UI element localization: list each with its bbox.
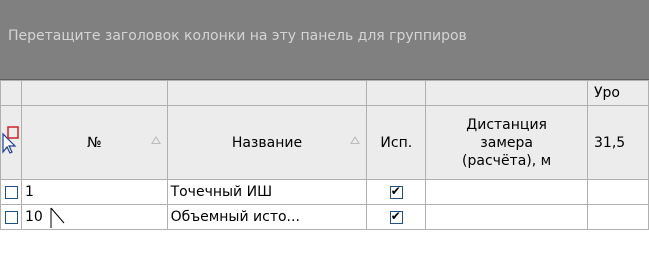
column-header-distance-label: Дистанция замера (расчёта), м <box>462 116 551 170</box>
distance-label-line2: замера <box>480 134 533 151</box>
band-level-header[interactable]: Уро <box>587 80 649 106</box>
sort-ascending-icon <box>350 136 361 144</box>
distance-label-line3: (расчёта), м <box>462 152 552 169</box>
column-header-distance[interactable]: Дистанция замера (расчёта), м <box>425 105 589 180</box>
table-row[interactable]: 1 Точечный ИШ <box>0 179 649 205</box>
cell-number-value: 10 <box>24 209 43 225</box>
column-header-number[interactable]: № <box>20 105 168 180</box>
row-select-checkbox[interactable] <box>5 185 19 199</box>
row-select-cell[interactable] <box>0 204 22 230</box>
data-grid: Уро № Название Исп. Дистанция замера (ра… <box>0 80 649 230</box>
cell-distance[interactable] <box>425 204 589 230</box>
column-header-name[interactable]: Название <box>166 105 368 180</box>
column-header-freq-label: 31,5 <box>594 134 626 151</box>
cell-freq[interactable] <box>587 179 649 205</box>
band-cell-empty <box>166 80 368 106</box>
column-header-number-label: № <box>86 134 102 151</box>
used-checkbox[interactable] <box>389 209 403 224</box>
band-cell-empty <box>366 80 427 106</box>
row-select-checkbox[interactable] <box>5 210 19 224</box>
column-header-used[interactable]: Исп. <box>366 105 427 180</box>
column-header-row: № Название Исп. Дистанция замера (расчёт… <box>0 105 649 180</box>
band-cell-empty <box>425 80 589 106</box>
row-select-cell[interactable] <box>0 179 22 205</box>
distance-label-line1: Дистанция <box>466 116 547 133</box>
cell-name[interactable]: Объемный исто... <box>166 204 368 230</box>
band-cell-empty <box>0 80 22 106</box>
cell-used[interactable] <box>366 179 427 205</box>
mouse-pointer-icon <box>50 207 65 228</box>
cell-freq[interactable] <box>587 204 649 230</box>
cell-number[interactable]: 10 <box>20 204 168 230</box>
filter-cursor-icon <box>2 126 19 154</box>
column-header-name-label: Название <box>231 134 303 151</box>
grid-window: Перетащите заголовок колонки на эту пане… <box>0 0 649 266</box>
column-header-freq[interactable]: 31,5 <box>587 105 649 180</box>
band-cell-empty <box>20 80 168 106</box>
column-header-used-label: Исп. <box>380 134 413 151</box>
cell-number[interactable]: 1 <box>20 179 168 205</box>
column-customize-button[interactable] <box>0 105 22 180</box>
cell-used[interactable] <box>366 204 427 230</box>
band-header-row: Уро <box>0 80 649 106</box>
group-panel-hint: Перетащите заголовок колонки на эту пане… <box>8 28 467 44</box>
used-checkbox[interactable] <box>389 184 403 199</box>
band-level-label: Уро <box>594 85 620 101</box>
group-by-panel[interactable]: Перетащите заголовок колонки на эту пане… <box>0 0 649 80</box>
sort-ascending-icon <box>150 136 161 144</box>
cell-name[interactable]: Точечный ИШ <box>166 179 368 205</box>
cell-distance[interactable] <box>425 179 589 205</box>
table-row[interactable]: 10 Объемный исто... <box>0 204 649 230</box>
